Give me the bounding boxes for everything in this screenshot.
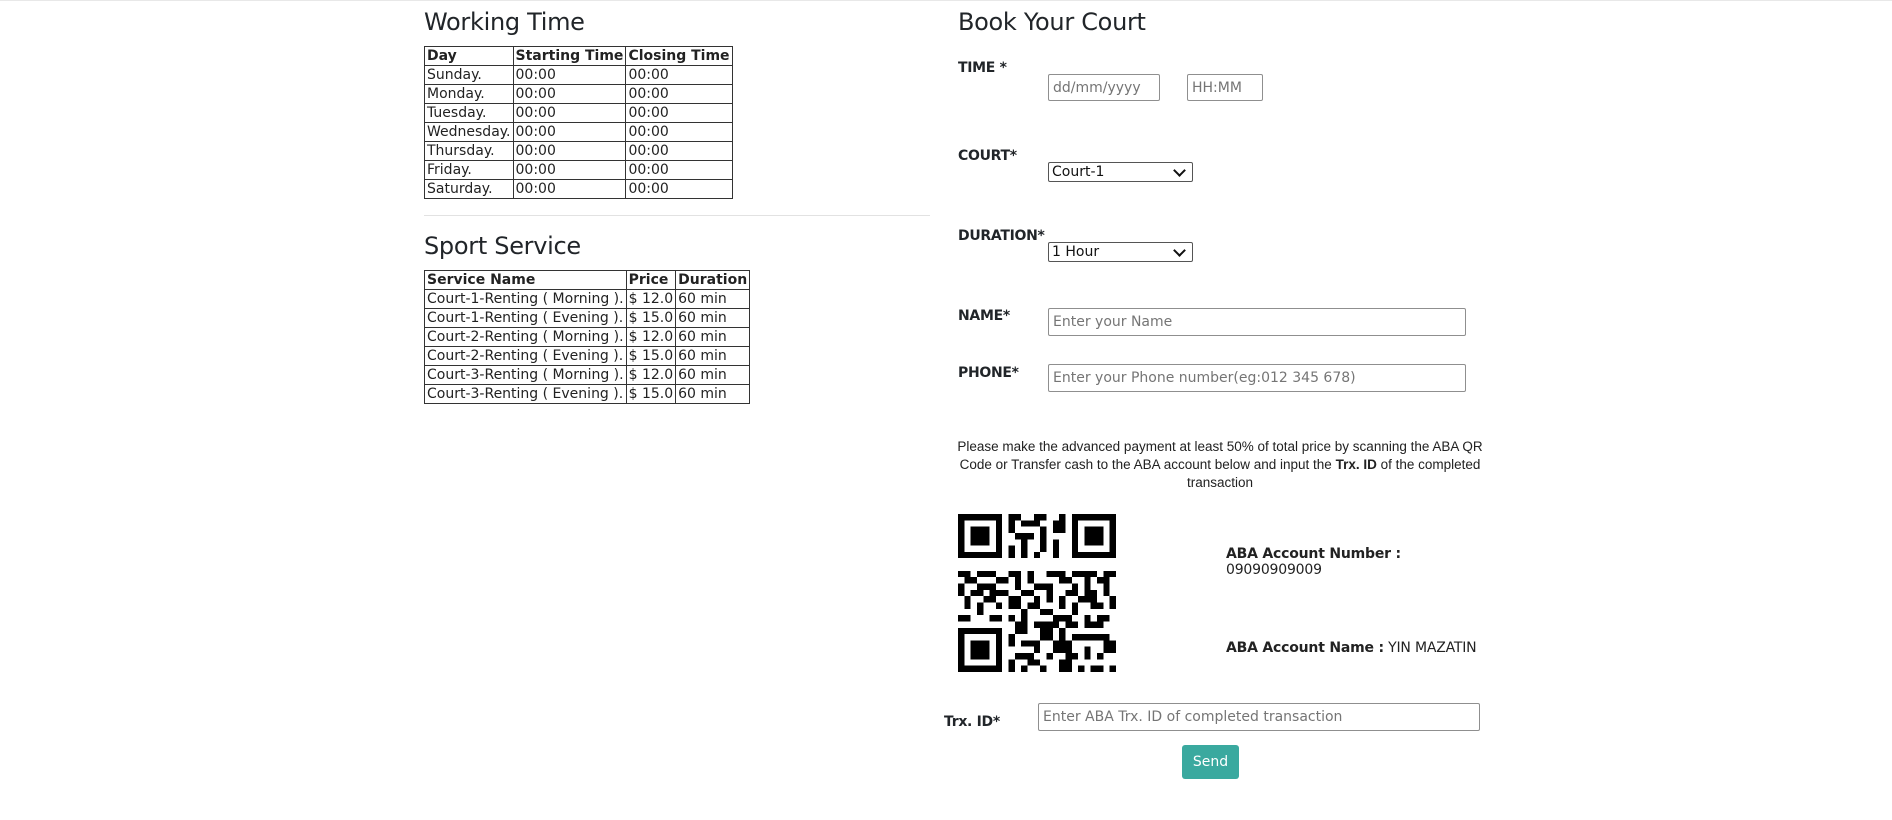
chevron-down-icon <box>1173 163 1186 177</box>
send-button[interactable]: Send <box>1182 745 1239 779</box>
table-cell: 60 min <box>675 289 751 309</box>
table-row: Court-2-Renting ( Morning ). $ 12.0 60 min <box>424 327 751 347</box>
table-row: Sunday. 00:00 00:00 <box>424 65 733 85</box>
table-cell: 00:00 <box>512 160 627 180</box>
table-cell: $ 15.0 <box>625 308 677 328</box>
phone-label: PHONE* <box>958 365 1019 381</box>
table-cell: Monday. <box>424 84 514 104</box>
table-cell: 00:00 <box>625 179 733 199</box>
table-cell: $ 12.0 <box>625 327 677 347</box>
table-row: Court-1-Renting ( Morning ). $ 12.0 60 min <box>424 289 751 309</box>
trx-label: Trx. ID* <box>944 714 1000 730</box>
top-divider <box>0 0 1892 1</box>
table-cell: 00:00 <box>625 141 733 161</box>
table-cell: 60 min <box>675 365 751 385</box>
duration-select-value: 1 Hour <box>1052 244 1100 260</box>
table-row: Court-3-Renting ( Evening ). $ 15.0 60 min <box>424 384 751 404</box>
time-label: TIME * <box>958 60 1007 76</box>
table-row: Court-1-Renting ( Evening ). $ 15.0 60 min <box>424 308 751 328</box>
table-cell: $ 15.0 <box>625 346 677 366</box>
table-row: Saturday. 00:00 00:00 <box>424 179 733 199</box>
name-label: NAME* <box>958 308 1010 324</box>
account-name: ABA Account Name : YIN MAZATIN <box>1226 640 1477 656</box>
table-header: Duration <box>675 270 751 290</box>
court-label: COURT* <box>958 148 1017 164</box>
account-number: ABA Account Number : 09090909009 <box>1226 546 1478 578</box>
duration-label: DURATION* <box>958 228 1045 244</box>
duration-select[interactable]: 1 Hour <box>1048 242 1193 262</box>
table-row: Court-3-Renting ( Morning ). $ 12.0 60 min <box>424 365 751 385</box>
account-name-label: ABA Account Name : <box>1226 640 1384 656</box>
table-row: Wednesday. 00:00 00:00 <box>424 122 733 142</box>
table-cell: 00:00 <box>625 103 733 123</box>
table-cell: Thursday. <box>424 141 514 161</box>
table-cell: 60 min <box>675 346 751 366</box>
payment-notice: Please make the advanced payment at leas… <box>950 438 1490 492</box>
qr-code-icon <box>958 514 1116 672</box>
info-column: Working Time Day Starting Time Closing T… <box>424 8 930 404</box>
table-header: Price <box>625 270 677 290</box>
table-cell: Court-1-Renting ( Morning ). <box>424 289 627 309</box>
name-input[interactable]: Enter your Name <box>1048 308 1466 336</box>
table-cell: 00:00 <box>512 65 627 85</box>
table-cell: $ 12.0 <box>625 289 677 309</box>
table-cell: 00:00 <box>625 160 733 180</box>
table-row: Tuesday. 00:00 00:00 <box>424 103 733 123</box>
section-divider <box>424 215 930 216</box>
table-cell: 00:00 <box>512 141 627 161</box>
table-header: Day <box>424 46 514 66</box>
trx-input[interactable]: Enter ABA Trx. ID of completed transacti… <box>1038 703 1480 731</box>
working-time-header-row: Day Starting Time Closing Time <box>424 46 733 66</box>
booking-form: Book Your Court TIME * dd/mm/yyyy HH:MM … <box>944 8 1483 808</box>
sport-service-table: Service Name Price Duration Court-1-Rent… <box>424 270 751 404</box>
table-cell: 00:00 <box>512 122 627 142</box>
table-row: Friday. 00:00 00:00 <box>424 160 733 180</box>
date-input[interactable]: dd/mm/yyyy <box>1048 74 1160 101</box>
table-cell: $ 15.0 <box>625 384 677 404</box>
table-cell: 00:00 <box>512 84 627 104</box>
notice-trx-bold: Trx. ID <box>1335 457 1377 472</box>
table-cell: 00:00 <box>512 179 627 199</box>
table-cell: Court-3-Renting ( Morning ). <box>424 365 627 385</box>
table-cell: 60 min <box>675 308 751 328</box>
working-time-heading: Working Time <box>424 8 585 36</box>
table-cell: Friday. <box>424 160 514 180</box>
table-cell: 60 min <box>675 327 751 347</box>
table-row: Thursday. 00:00 00:00 <box>424 141 733 161</box>
table-header: Service Name <box>424 270 627 290</box>
table-cell: Tuesday. <box>424 103 514 123</box>
sport-service-heading: Sport Service <box>424 232 581 260</box>
booking-heading: Book Your Court <box>958 8 1146 36</box>
table-cell: Wednesday. <box>424 122 514 142</box>
sport-service-header-row: Service Name Price Duration <box>424 270 751 290</box>
table-cell: Court-2-Renting ( Morning ). <box>424 327 627 347</box>
table-cell: 60 min <box>675 384 751 404</box>
table-cell: Sunday. <box>424 65 514 85</box>
phone-input[interactable]: Enter your Phone number(eg:012 345 678) <box>1048 364 1466 392</box>
table-cell: 00:00 <box>625 84 733 104</box>
table-row: Monday. 00:00 00:00 <box>424 84 733 104</box>
table-header: Closing Time <box>625 46 733 66</box>
table-cell: 00:00 <box>625 65 733 85</box>
table-cell: 00:00 <box>625 122 733 142</box>
table-cell: Court-1-Renting ( Evening ). <box>424 308 627 328</box>
table-row: Court-2-Renting ( Evening ). $ 15.0 60 min <box>424 346 751 366</box>
table-header: Starting Time <box>512 46 627 66</box>
table-cell: $ 12.0 <box>625 365 677 385</box>
court-select-value: Court-1 <box>1052 164 1105 180</box>
table-cell: Court-3-Renting ( Evening ). <box>424 384 627 404</box>
time-input[interactable]: HH:MM <box>1187 74 1263 101</box>
account-number-label: ABA Account Number : <box>1226 546 1401 562</box>
account-name-value: YIN MAZATIN <box>1383 640 1477 656</box>
account-number-value: 09090909009 <box>1226 562 1322 578</box>
chevron-down-icon <box>1173 243 1186 257</box>
working-time-table: Day Starting Time Closing Time Sunday. 00… <box>424 46 733 199</box>
table-cell: Saturday. <box>424 179 514 199</box>
table-cell: 00:00 <box>512 103 627 123</box>
table-cell: Court-2-Renting ( Evening ). <box>424 346 627 366</box>
court-select[interactable]: Court-1 <box>1048 162 1193 182</box>
